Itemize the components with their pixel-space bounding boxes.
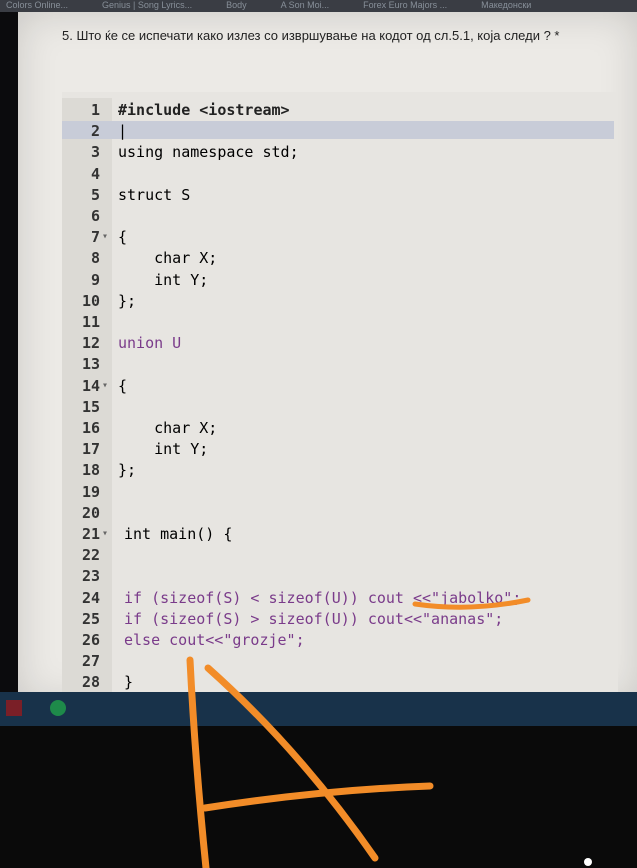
code-text: union U bbox=[118, 334, 182, 353]
line-number: 20 bbox=[81, 503, 100, 522]
code-text: }; bbox=[118, 291, 137, 310]
code-text: if (sizeof(S) < sizeof(U)) cout <<"jabol… bbox=[124, 588, 522, 607]
browser-tab[interactable]: A Son Moi... bbox=[281, 0, 330, 12]
code-text: #include <iostream> bbox=[118, 101, 290, 119]
code-text: char X; bbox=[118, 419, 218, 437]
browser-tab[interactable]: Forex Euro Majors ... bbox=[363, 0, 447, 12]
code-text: using namespace std; bbox=[118, 143, 299, 162]
line-number: 12 bbox=[81, 334, 100, 353]
line-number: 10 bbox=[81, 291, 100, 310]
line-number: 25 bbox=[81, 609, 100, 628]
line-number: 26 bbox=[81, 631, 100, 649]
line-number: 19 bbox=[81, 482, 100, 501]
code-text: int Y; bbox=[118, 440, 209, 459]
code-text: int main() { bbox=[124, 525, 233, 543]
code-text: | bbox=[118, 122, 128, 141]
line-number: 15 bbox=[81, 397, 100, 416]
fold-arrow-icon[interactable]: ▾ bbox=[102, 376, 108, 396]
line-number: 2 bbox=[90, 122, 100, 141]
line-number: 28 bbox=[81, 673, 100, 692]
browser-tab[interactable]: Colors Online... bbox=[6, 0, 68, 12]
code-text: { bbox=[118, 376, 128, 395]
code-text: struct S bbox=[118, 185, 191, 204]
code-text: { bbox=[118, 228, 128, 247]
line-number: 14 bbox=[81, 376, 100, 395]
line-number: 8 bbox=[90, 249, 100, 268]
current-line-highlight bbox=[62, 121, 614, 140]
browser-tab[interactable]: Body bbox=[226, 0, 247, 12]
line-number: 18 bbox=[81, 461, 100, 480]
line-number: 7 bbox=[90, 228, 100, 247]
line-number: 16 bbox=[81, 419, 100, 437]
line-number: 9 bbox=[90, 270, 100, 289]
code-text: } bbox=[124, 673, 134, 692]
code-text: char X; bbox=[118, 249, 218, 268]
line-number: 1 bbox=[90, 101, 100, 119]
line-number: 23 bbox=[81, 567, 100, 586]
line-number: 21 bbox=[81, 525, 100, 543]
fold-arrow-icon[interactable]: ▾ bbox=[102, 524, 108, 544]
question-text: 5. Што ќе се испечати како излез со извр… bbox=[62, 28, 560, 43]
form-page: 5. Што ќе се испечати како излез со извр… bbox=[18, 12, 637, 702]
code-text: }; bbox=[118, 461, 137, 480]
line-number: 24 bbox=[81, 588, 100, 607]
line-number: 3 bbox=[90, 143, 100, 162]
line-number: 17 bbox=[81, 440, 100, 459]
line-number: 4 bbox=[90, 164, 100, 183]
line-number: 5 bbox=[90, 185, 100, 204]
dark-background bbox=[0, 726, 637, 868]
app-icon[interactable] bbox=[6, 700, 22, 716]
browser-tab[interactable]: Genius | Song Lyrics... bbox=[102, 0, 192, 12]
line-number: 6 bbox=[90, 207, 100, 225]
line-number: 13 bbox=[81, 355, 100, 374]
code-text: if (sizeof(S) > sizeof(U)) cout<<"ananas… bbox=[124, 609, 504, 628]
code-text: int Y; bbox=[118, 270, 209, 289]
line-number: 27 bbox=[81, 652, 100, 671]
spotify-icon[interactable] bbox=[50, 700, 66, 716]
code-text: else cout<<"grozje"; bbox=[124, 631, 305, 649]
fold-arrow-icon[interactable]: ▾ bbox=[102, 227, 108, 247]
taskbar bbox=[0, 692, 637, 726]
line-number: 11 bbox=[81, 313, 100, 331]
browser-tabbar: Colors Online... Genius | Song Lyrics... B… bbox=[0, 0, 637, 12]
browser-tab[interactable]: Македонски bbox=[481, 0, 531, 12]
line-number: 22 bbox=[81, 546, 100, 565]
